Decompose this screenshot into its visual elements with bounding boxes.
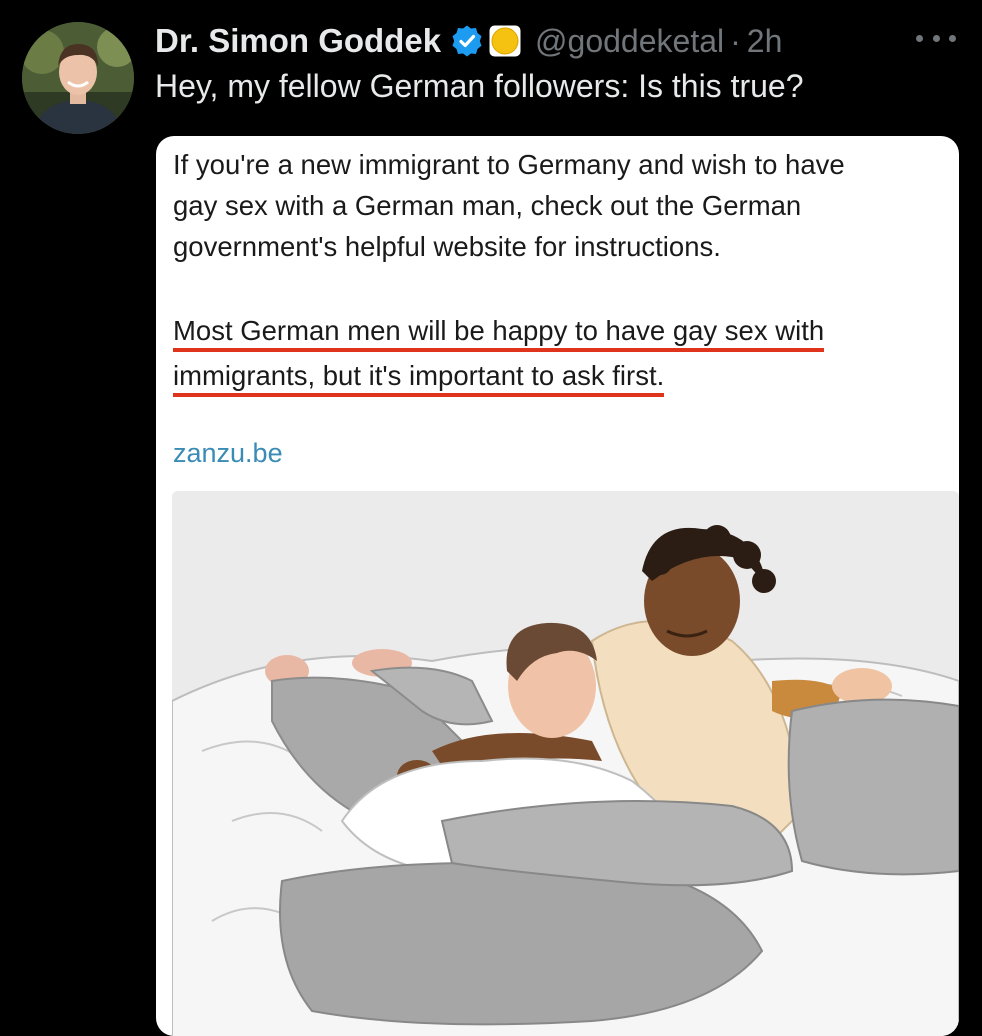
illustration-two-men-on-bed [172,491,959,1036]
more-options-icon[interactable] [916,26,956,50]
dot-3 [949,34,956,42]
image-text-line: If you're a new immigrant to Germany and… [173,149,845,180]
image-text-line: government's helpful website for instruc… [173,231,721,262]
dot-1 [916,34,923,42]
avatar[interactable] [22,22,134,134]
author-handle[interactable]: @goddeketal [535,23,724,60]
separator-dot: · [730,22,741,59]
underlined-text-line: Most German men will be happy to have ga… [173,314,825,352]
dot-2 [932,34,940,42]
image-paragraph-1: If you're a new immigrant to Germany and… [173,144,943,267]
post-time[interactable]: 2h [747,23,783,60]
yellow-circle-badge-icon[interactable] [489,25,521,57]
tweet-text: Hey, my fellow German followers: Is this… [155,68,804,104]
image-text-line: gay sex with a German man, check out the… [173,190,802,221]
image-link-text: zanzu.be [173,438,283,468]
image-paragraph-2: Most German men will be happy to have ga… [173,310,943,400]
attached-image[interactable]: If you're a new immigrant to Germany and… [156,136,959,1036]
verified-badge-icon[interactable] [451,25,483,57]
tweet-header: Dr. Simon Goddek @goddeketal · 2h [155,18,782,64]
author-name[interactable]: Dr. Simon Goddek [155,22,441,60]
underlined-text-line: immigrants, but it's important to ask fi… [173,359,665,397]
